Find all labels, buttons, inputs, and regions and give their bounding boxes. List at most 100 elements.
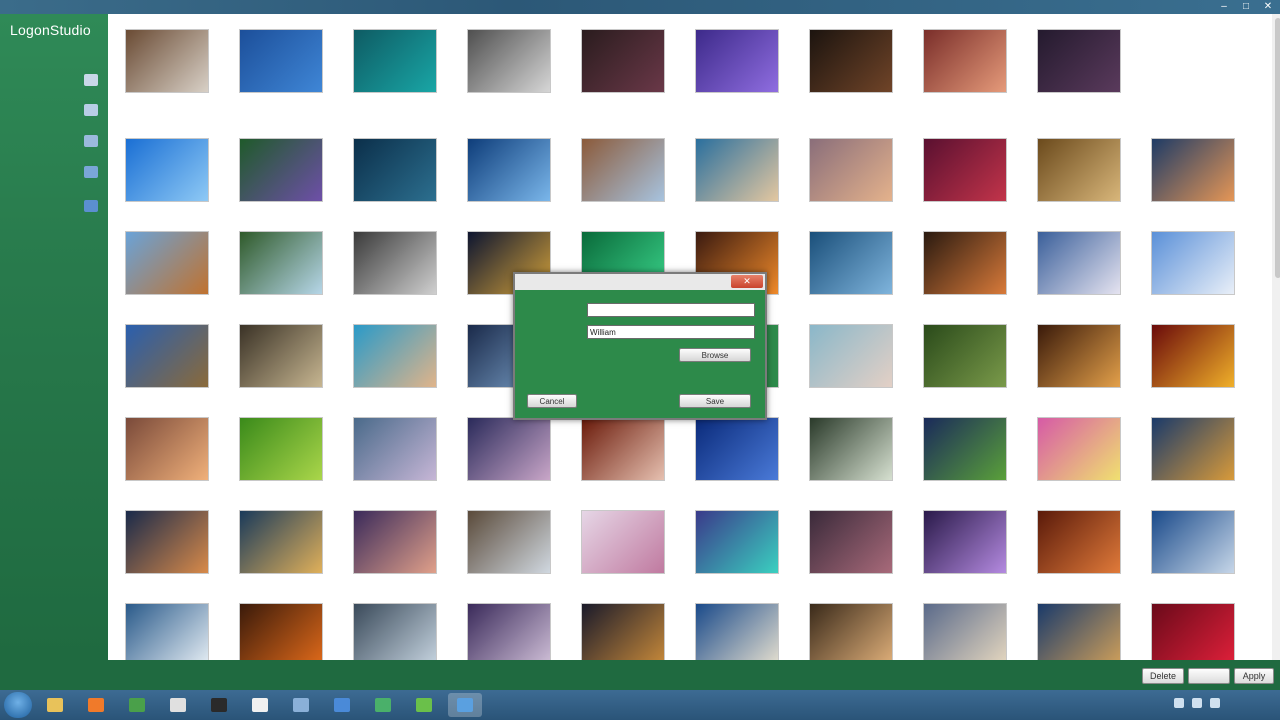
- wallpaper-tile[interactable]: [465, 603, 553, 660]
- dialog-close-button[interactable]: ✕: [731, 275, 763, 288]
- sidebar-item[interactable]: [0, 70, 108, 90]
- wallpaper-tile[interactable]: [807, 231, 895, 313]
- wallpaper-tile[interactable]: [579, 29, 667, 111]
- wallpaper-thumbnail: [695, 603, 779, 660]
- wallpaper-tile[interactable]: [351, 324, 439, 406]
- wallpaper-tile[interactable]: [921, 510, 1009, 592]
- wallpaper-tile[interactable]: [237, 29, 325, 111]
- wallpaper-tile[interactable]: [693, 510, 781, 592]
- wallpaper-tile[interactable]: [807, 324, 895, 406]
- wallpaper-tile[interactable]: [807, 603, 895, 660]
- wallpaper-tile[interactable]: [1149, 324, 1237, 406]
- wallpaper-tile[interactable]: [1035, 324, 1123, 406]
- browse-button[interactable]: Browse: [679, 348, 751, 362]
- wallpaper-thumbnail: [695, 510, 779, 574]
- taskbar-app-button[interactable]: [366, 693, 400, 717]
- wallpaper-tile[interactable]: [1149, 603, 1237, 660]
- taskbar-browser-button[interactable]: [120, 693, 154, 717]
- wallpaper-tile[interactable]: [351, 29, 439, 111]
- taskbar-terminal-button[interactable]: [202, 693, 236, 717]
- maximize-icon[interactable]: □: [1240, 1, 1252, 13]
- wallpaper-tile[interactable]: [921, 29, 1009, 111]
- wallpaper-tile[interactable]: [921, 138, 1009, 220]
- wallpaper-tile[interactable]: [237, 231, 325, 313]
- close-icon[interactable]: ✕: [1262, 1, 1274, 13]
- start-button[interactable]: [4, 692, 32, 718]
- wallpaper-tile[interactable]: [465, 417, 553, 499]
- volume-icon[interactable]: [1210, 698, 1220, 708]
- taskbar-app-button[interactable]: [79, 693, 113, 717]
- taskbar-window-button[interactable]: [284, 693, 318, 717]
- cancel-button[interactable]: Cancel: [527, 394, 577, 408]
- wallpaper-tile[interactable]: [1035, 510, 1123, 592]
- wallpaper-tile[interactable]: [1035, 231, 1123, 313]
- flag-icon[interactable]: [1174, 698, 1184, 708]
- wallpaper-tile[interactable]: [237, 417, 325, 499]
- wallpaper-tile[interactable]: [579, 603, 667, 660]
- wallpaper-tile[interactable]: [1149, 417, 1237, 499]
- wallpaper-tile[interactable]: [351, 138, 439, 220]
- sidebar-item[interactable]: [0, 196, 108, 216]
- wallpaper-tile[interactable]: [1149, 231, 1237, 313]
- wallpaper-tile[interactable]: [351, 510, 439, 592]
- wallpaper-tile[interactable]: [465, 510, 553, 592]
- delete-button[interactable]: Delete: [1142, 668, 1184, 684]
- sidebar-item[interactable]: [0, 162, 108, 182]
- wallpaper-tile[interactable]: [237, 324, 325, 406]
- wallpaper-tile[interactable]: [921, 603, 1009, 660]
- sidebar-item[interactable]: [0, 100, 108, 120]
- apply-button[interactable]: Apply: [1234, 668, 1274, 684]
- wallpaper-tile[interactable]: [123, 510, 211, 592]
- minimize-icon[interactable]: –: [1218, 1, 1230, 13]
- taskbar-logonstudio-button[interactable]: [448, 693, 482, 717]
- wallpaper-tile[interactable]: [351, 603, 439, 660]
- taskbar-network-button[interactable]: [325, 693, 359, 717]
- wallpaper-tile[interactable]: [123, 603, 211, 660]
- wallpaper-tile[interactable]: [1149, 138, 1237, 220]
- wallpaper-tile[interactable]: [123, 417, 211, 499]
- wallpaper-tile[interactable]: [1035, 29, 1123, 111]
- wallpaper-tile[interactable]: [579, 138, 667, 220]
- wallpaper-tile[interactable]: [237, 603, 325, 660]
- wallpaper-tile[interactable]: [807, 138, 895, 220]
- taskbar-vnc-button[interactable]: [161, 693, 195, 717]
- wallpaper-tile[interactable]: [123, 138, 211, 220]
- wallpaper-tile[interactable]: [465, 138, 553, 220]
- wallpaper-tile[interactable]: [579, 510, 667, 592]
- wallpaper-tile[interactable]: [237, 138, 325, 220]
- wallpaper-tile[interactable]: [693, 138, 781, 220]
- wallpaper-tile[interactable]: [1035, 603, 1123, 660]
- taskbar-app-button[interactable]: [407, 693, 441, 717]
- author-input[interactable]: [587, 325, 755, 339]
- edit-button[interactable]: [1188, 668, 1230, 684]
- taskbar-folder-button[interactable]: [38, 693, 72, 717]
- wallpaper-tile[interactable]: [579, 417, 667, 499]
- wallpaper-tile[interactable]: [921, 417, 1009, 499]
- wallpaper-tile[interactable]: [693, 29, 781, 111]
- wallpaper-tile[interactable]: [807, 510, 895, 592]
- wallpaper-tile[interactable]: [465, 29, 553, 111]
- vertical-scrollbar[interactable]: [1272, 14, 1280, 660]
- wallpaper-tile[interactable]: [123, 29, 211, 111]
- wallpaper-tile[interactable]: [237, 510, 325, 592]
- wallpaper-tile[interactable]: [807, 417, 895, 499]
- wallpaper-tile[interactable]: [1035, 138, 1123, 220]
- scrollbar-thumb[interactable]: [1275, 18, 1280, 278]
- wallpaper-tile[interactable]: [921, 231, 1009, 313]
- wallpaper-tile[interactable]: [351, 417, 439, 499]
- wallpaper-tile[interactable]: [351, 231, 439, 313]
- network-icon[interactable]: [1192, 698, 1202, 708]
- wallpaper-thumbnail: [125, 29, 209, 93]
- wallpaper-tile[interactable]: [693, 603, 781, 660]
- wallpaper-tile[interactable]: [921, 324, 1009, 406]
- wallpaper-tile[interactable]: [1035, 417, 1123, 499]
- taskbar-notepad-button[interactable]: [243, 693, 277, 717]
- save-button[interactable]: Save: [679, 394, 751, 408]
- wallpaper-tile[interactable]: [807, 29, 895, 111]
- sidebar-item[interactable]: [0, 131, 108, 151]
- wallpaper-tile[interactable]: [123, 324, 211, 406]
- wallpaper-tile[interactable]: [693, 417, 781, 499]
- name-input[interactable]: [587, 303, 755, 317]
- wallpaper-tile[interactable]: [123, 231, 211, 313]
- wallpaper-tile[interactable]: [1149, 510, 1237, 592]
